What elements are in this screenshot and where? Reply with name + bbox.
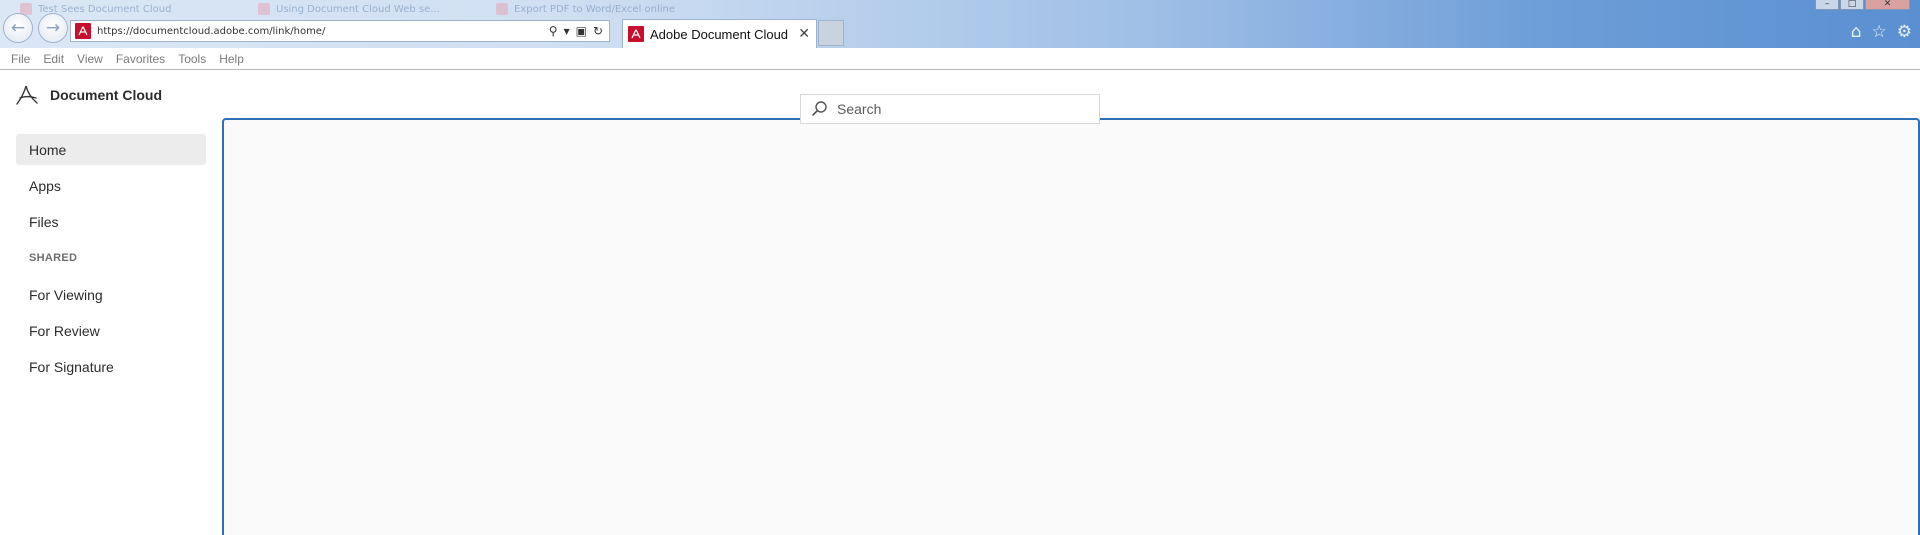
brand[interactable]: Document Cloud (14, 84, 162, 106)
sidebar-item-label: For Review (29, 322, 100, 339)
background-tab-label: Using Document Cloud Web se... (276, 3, 440, 15)
shared-section-header: SHARED (29, 252, 78, 264)
sidebar-item-label: Apps (29, 177, 61, 194)
search-box[interactable]: Search (800, 94, 1100, 124)
sidebar-item-label: Files (29, 213, 59, 230)
pdf-icon (628, 26, 644, 42)
menubar: File Edit View Favorites Tools Help (0, 48, 1920, 70)
menu-tools[interactable]: Tools (178, 52, 206, 66)
search-input[interactable]: Search (837, 101, 881, 117)
restore-button[interactable]: □ (1840, 0, 1864, 10)
menu-file[interactable]: File (11, 52, 30, 66)
dropdown-arrow-icon[interactable]: ▾ (564, 24, 570, 38)
sidebar-item-home[interactable]: Home (16, 134, 206, 165)
search-icon[interactable]: ⚲ (549, 24, 558, 38)
main-content-area[interactable] (222, 118, 1920, 535)
lock-icon[interactable]: ▣ (576, 24, 587, 38)
menu-favorites[interactable]: Favorites (116, 52, 165, 66)
forward-arrow-icon: → (45, 18, 61, 38)
sidebar-item-label: Home (29, 141, 67, 158)
back-arrow-icon: ← (10, 18, 26, 38)
menu-view[interactable]: View (77, 52, 103, 66)
pdf-icon (258, 3, 270, 15)
back-button[interactable]: ← (3, 13, 33, 43)
address-url[interactable]: https://documentcloud.adobe.com/link/hom… (97, 26, 549, 37)
pdf-icon (75, 23, 91, 39)
background-tab-label: Export PDF to Word/Excel online (514, 3, 676, 15)
background-tab-label: Test Sees Document Cloud (38, 3, 172, 15)
active-tab[interactable]: Adobe Document Cloud ✕ (622, 19, 817, 48)
document-cloud-app: Document Cloud Search Home Apps Files SH… (0, 70, 1920, 535)
sidebar-item-for-review[interactable]: For Review (16, 315, 206, 346)
new-tab-button[interactable] (818, 20, 844, 46)
background-tabs: Test Sees Document Cloud Using Document … (0, 0, 1920, 18)
menu-help[interactable]: Help (219, 52, 244, 66)
minimize-button[interactable]: – (1815, 0, 1839, 10)
background-tab[interactable]: Export PDF to Word/Excel online (496, 2, 716, 16)
sidebar-item-for-viewing[interactable]: For Viewing (16, 279, 206, 310)
forward-button[interactable]: → (38, 13, 68, 43)
search-icon (812, 101, 827, 116)
refresh-icon[interactable]: ↻ (593, 24, 603, 38)
sidebar-item-apps[interactable]: Apps (16, 170, 206, 201)
sidebar-item-files[interactable]: Files (16, 206, 206, 237)
gear-icon[interactable]: ⚙ (1897, 22, 1912, 42)
pdf-icon (496, 3, 508, 15)
close-window-button[interactable]: ✕ (1865, 0, 1910, 10)
sidebar-item-label: For Signature (29, 358, 114, 375)
address-bar[interactable]: https://documentcloud.adobe.com/link/hom… (70, 20, 610, 42)
sidebar-item-for-signature[interactable]: For Signature (16, 351, 206, 382)
menu-edit[interactable]: Edit (43, 52, 64, 66)
close-tab-icon[interactable]: ✕ (798, 26, 810, 42)
star-icon[interactable]: ☆ (1872, 22, 1887, 42)
sidebar-item-label: For Viewing (29, 286, 103, 303)
active-tab-title: Adobe Document Cloud (650, 26, 789, 42)
browser-chrome: Test Sees Document Cloud Using Document … (0, 0, 1920, 48)
brand-name: Document Cloud (50, 87, 162, 103)
home-icon[interactable]: ⌂ (1851, 22, 1862, 42)
acrobat-logo-icon (16, 85, 38, 105)
background-tab[interactable]: Using Document Cloud Web se... (258, 2, 478, 16)
